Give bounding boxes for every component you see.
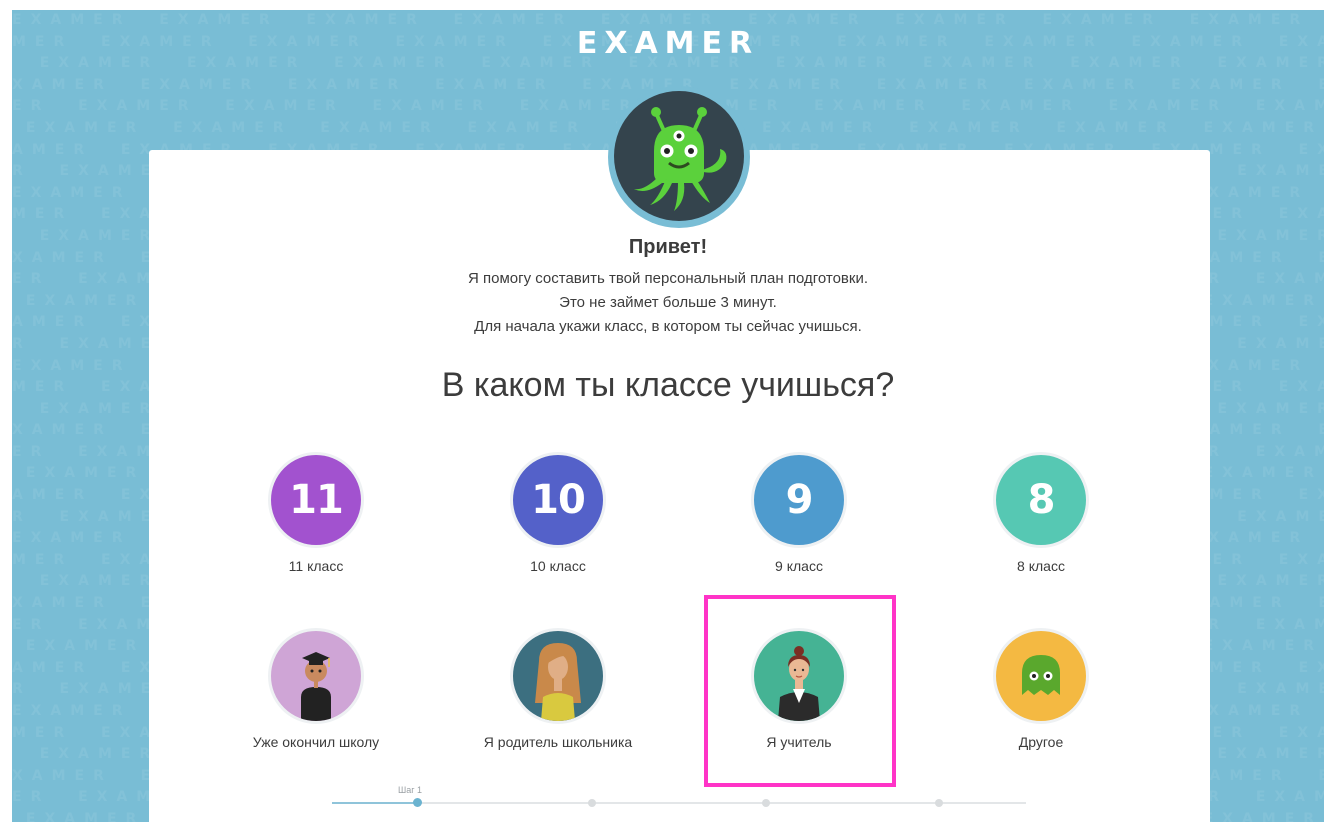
- progress-fill: [332, 802, 418, 804]
- option-label: 10 класс: [530, 558, 586, 574]
- grade-8-badge: 8: [993, 452, 1089, 548]
- examer-logo[interactable]: EXAMER: [12, 26, 1324, 61]
- step-label: Шаг 1: [398, 785, 423, 795]
- option-label: 11 класс: [288, 558, 344, 574]
- greeting-title: Привет!: [628, 236, 708, 258]
- grade-11-badge: 11: [268, 452, 364, 548]
- grade-number: 8: [1027, 477, 1056, 523]
- grade-number: 10: [531, 477, 586, 523]
- graduate-icon: [268, 628, 364, 724]
- step-dot-3: [762, 799, 770, 807]
- alien-mascot-icon: [614, 91, 744, 221]
- progress-track: [332, 802, 1026, 804]
- grade-9-badge: 9: [751, 452, 847, 548]
- ghost-icon: [993, 628, 1089, 724]
- greeting-line-1: Я помогу составить твой персональный пла…: [467, 270, 869, 287]
- page-background: EXAMER EXAMER EXAMER EXAMER EXAMER EXAME…: [12, 10, 1324, 822]
- option-label: 9 класс: [775, 558, 823, 574]
- option-label: Я родитель школьника: [483, 734, 633, 750]
- option-label: Другое: [1018, 734, 1064, 750]
- greeting-line-2: Это не займет больше 3 минут.: [559, 294, 777, 311]
- grade-number: 11: [289, 477, 344, 523]
- step-dot-2: [588, 799, 596, 807]
- teacher-icon: [751, 628, 847, 724]
- step-dot-1: [413, 798, 422, 807]
- parent-icon: [510, 628, 606, 724]
- option-label: Я учитель: [766, 734, 832, 750]
- progress-steps: Шаг 1: [332, 785, 1026, 815]
- option-label: 8 класс: [1017, 558, 1065, 574]
- grade-10-badge: 10: [510, 452, 606, 548]
- question-heading: В каком ты классе учишься?: [441, 366, 895, 404]
- greeting-line-3: Для начала укажи класс, в котором ты сей…: [474, 318, 862, 335]
- step-dot-4: [935, 799, 943, 807]
- option-label: Уже окончил школу: [252, 734, 380, 750]
- grade-number: 9: [785, 477, 814, 523]
